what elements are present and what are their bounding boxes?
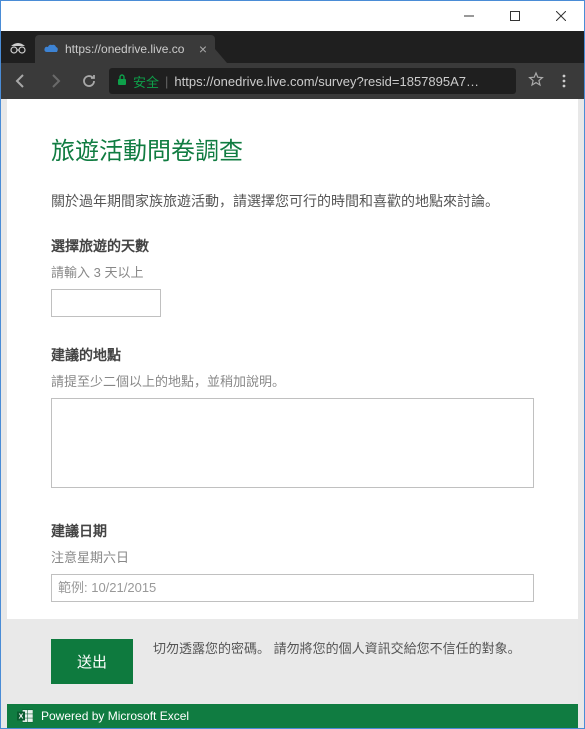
omnibox[interactable]: 安全 | https://onedrive.live.com/survey?re…: [109, 68, 516, 94]
powered-by-text: Powered by Microsoft Excel: [41, 709, 189, 723]
field-days: 選擇旅遊的天數 請輸入 3 天以上: [51, 236, 534, 317]
days-label: 選擇旅遊的天數: [51, 236, 534, 256]
browser-window: https://onedrive.live.co × 安全 | https://…: [0, 0, 585, 729]
window-titlebar: [1, 1, 584, 31]
days-input[interactable]: [51, 289, 161, 317]
survey-description: 關於過年期間家族旅遊活動，請選擇您可行的時間和喜歡的地點來討論。: [51, 190, 534, 214]
survey-title: 旅遊活動問卷調查: [51, 131, 534, 166]
bookmark-star-icon[interactable]: [528, 71, 544, 92]
date-label: 建議日期: [51, 521, 534, 541]
separator: |: [165, 74, 168, 89]
place-textarea[interactable]: [51, 398, 534, 488]
browser-tab[interactable]: https://onedrive.live.co ×: [35, 35, 215, 63]
place-label: 建議的地點: [51, 345, 534, 365]
tab-edge: [215, 49, 227, 63]
privacy-warning: 切勿透露您的密碼。 請勿將您的個人資訊交給您不信任的對象。: [153, 639, 534, 660]
survey-content: 旅遊活動問卷調查 關於過年期間家族旅遊活動，請選擇您可行的時間和喜歡的地點來討論…: [7, 113, 578, 619]
days-hint: 請輸入 3 天以上: [51, 262, 534, 281]
date-hint: 注意星期六日: [51, 547, 534, 566]
forward-button[interactable]: [41, 67, 69, 95]
place-hint: 請提至少二個以上的地點，並稍加說明。: [51, 371, 534, 390]
tab-title: https://onedrive.live.co: [65, 42, 193, 56]
field-date: 建議日期 注意星期六日: [51, 521, 534, 602]
excel-icon: X: [17, 709, 33, 723]
survey-footer: 送出 切勿透露您的密碼。 請勿將您的個人資訊交給您不信任的對象。: [7, 619, 578, 704]
maximize-button[interactable]: [492, 1, 538, 31]
lock-icon: [117, 74, 127, 89]
incognito-icon: [1, 31, 35, 63]
svg-text:X: X: [19, 713, 24, 721]
survey-page: 旅遊活動問卷調查 關於過年期間家族旅遊活動，請選擇您可行的時間和喜歡的地點來討論…: [7, 99, 578, 728]
url-text: https://onedrive.live.com/survey?resid=1…: [174, 74, 479, 89]
back-button[interactable]: [7, 67, 35, 95]
minimize-button[interactable]: [446, 1, 492, 31]
onedrive-favicon-icon: [43, 41, 59, 57]
tab-close-icon[interactable]: ×: [193, 41, 207, 57]
menu-button[interactable]: [550, 67, 578, 95]
address-bar: 安全 | https://onedrive.live.com/survey?re…: [1, 63, 584, 99]
reload-button[interactable]: [75, 67, 103, 95]
powered-by-bar: X Powered by Microsoft Excel: [7, 704, 578, 728]
field-place: 建議的地點 請提至少二個以上的地點，並稍加說明。: [51, 345, 534, 493]
submit-button[interactable]: 送出: [51, 639, 133, 684]
viewport: 旅遊活動問卷調查 關於過年期間家族旅遊活動，請選擇您可行的時間和喜歡的地點來討論…: [1, 99, 584, 728]
secure-label: 安全: [133, 72, 159, 91]
close-button[interactable]: [538, 1, 584, 31]
date-input[interactable]: [51, 574, 534, 602]
tab-strip: https://onedrive.live.co ×: [1, 31, 584, 63]
